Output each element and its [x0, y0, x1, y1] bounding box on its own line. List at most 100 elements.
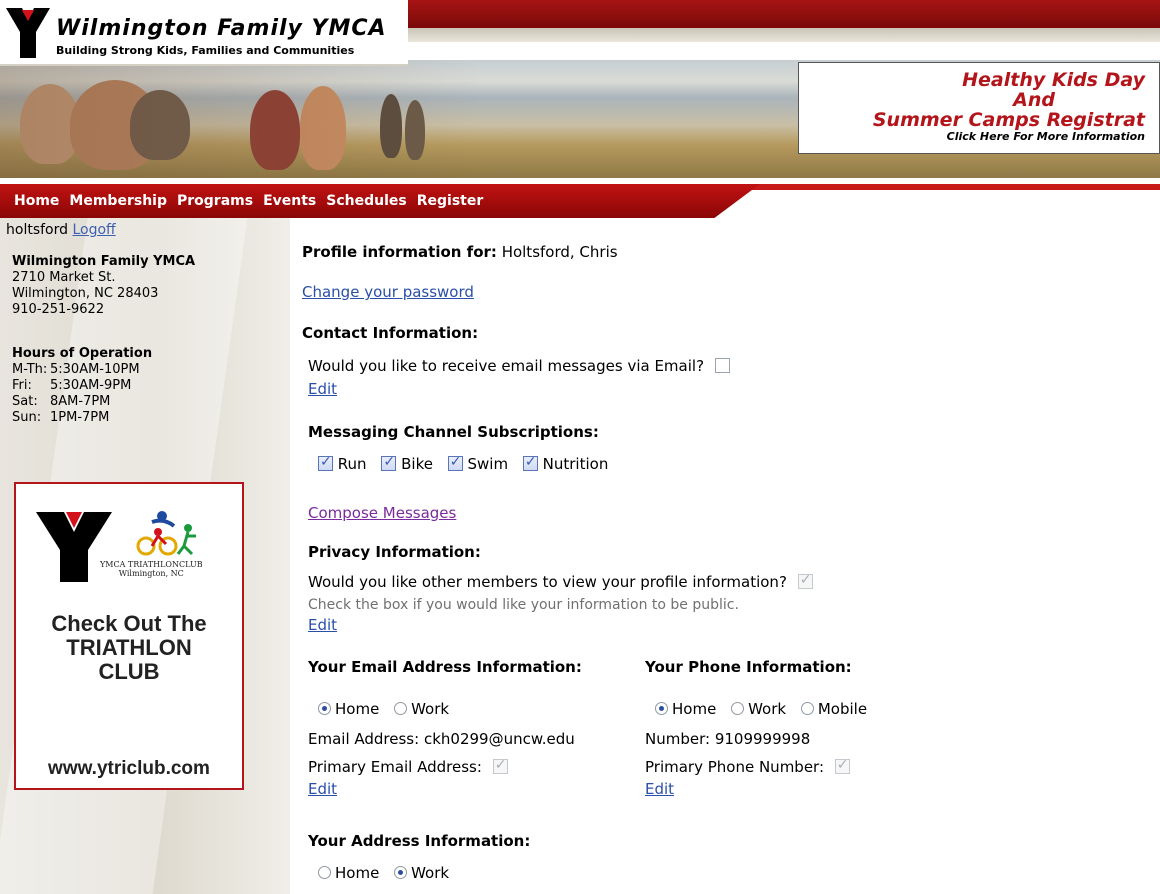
channel-label: Bike: [401, 455, 433, 473]
branch-city: Wilmington, NC 28403: [12, 286, 159, 301]
branch-name: Wilmington Family YMCA: [12, 254, 196, 269]
hours-row: Sun: 1PM-7PM: [12, 410, 140, 426]
compose-messages-link[interactable]: Compose Messages: [308, 504, 456, 522]
email-address-row: Email Address: ckh0299@uncw.edu: [308, 730, 575, 748]
promo-line: Healthy Kids Day: [962, 69, 1145, 91]
nav-register[interactable]: Register: [417, 193, 484, 209]
primary-phone-checkbox[interactable]: [834, 757, 850, 774]
profile-label: Profile information for:: [302, 243, 497, 261]
hours-time: 8AM-7PM: [50, 394, 111, 409]
ad-heading: Check Out The TRIATHLON CLUB: [16, 612, 242, 684]
triathlon-club-ad[interactable]: YMCA TRIATHLONCLUB Wilmington, NC Check …: [14, 482, 244, 790]
hours-day: Sat:: [12, 394, 38, 409]
hours-title: Hours of Operation: [12, 346, 153, 361]
privacy-row: Would you like other members to view you…: [308, 572, 813, 591]
org-tagline: Building Strong Kids, Families and Commu…: [56, 44, 355, 57]
hours-time: 5:30AM-9PM: [50, 378, 132, 393]
phone-home-radio[interactable]: [655, 702, 668, 715]
channel-run-checkbox[interactable]: [318, 454, 333, 471]
phone-edit-link[interactable]: Edit: [645, 780, 674, 798]
primary-email-label: Primary Email Address:: [308, 758, 482, 776]
promo-line: Summer Camps Registrat: [872, 109, 1145, 131]
logoff-link[interactable]: Logoff: [72, 222, 115, 238]
email-address-label: Email Address:: [308, 730, 420, 748]
radio-label: Home: [672, 700, 717, 718]
ymca-logo-icon: [6, 8, 50, 58]
nav-programs[interactable]: Programs: [177, 193, 253, 209]
channel-label: Swim: [467, 455, 509, 473]
email-address-value: ckh0299@uncw.edu: [423, 730, 575, 748]
hours-of-operation: Hours of Operation M-Th: 5:30AM-10PM Fri:…: [12, 346, 152, 426]
club-caption-line: Wilmington, NC: [118, 569, 184, 578]
channel-label: Run: [337, 455, 367, 473]
hours-row: Sat: 8AM-7PM: [12, 394, 140, 410]
channel-nutrition-checkbox[interactable]: [522, 454, 538, 471]
email-type-radios: Home Work: [318, 700, 449, 718]
ad-heading-line: Check Out The: [51, 611, 207, 636]
phone-number-row: Number: 9109999998: [645, 730, 810, 748]
branch-info: Wilmington Family YMCA 2710 Market St. W…: [12, 254, 195, 318]
channel-swim-checkbox[interactable]: [447, 454, 463, 471]
user-line: holtsford Logoff: [6, 222, 116, 238]
contact-edit-link[interactable]: Edit: [308, 380, 337, 398]
hours-day: Fri:: [12, 378, 32, 393]
primary-phone-row: Primary Phone Number:: [645, 757, 850, 776]
org-name: Wilmington Family YMCA: [56, 16, 387, 41]
contact-heading: Contact Information:: [302, 324, 479, 342]
receive-email-checkbox[interactable]: [714, 358, 730, 373]
radio-label: Work: [748, 700, 787, 718]
branch-phone: 910-251-9622: [12, 302, 105, 317]
username: holtsford: [6, 222, 69, 238]
radio-label: Work: [411, 700, 450, 718]
email-work-radio[interactable]: [394, 702, 408, 715]
nav-schedules[interactable]: Schedules: [326, 193, 406, 209]
primary-phone-label: Primary Phone Number:: [645, 758, 825, 776]
email-home-radio[interactable]: [318, 702, 331, 715]
hours-day: Sun:: [12, 410, 42, 425]
main-nav: Home Membership Programs Events Schedule…: [0, 184, 1160, 218]
profile-title: Profile information for: Holtsford, Chri…: [302, 243, 618, 261]
profile-content: Profile information for: Holtsford, Chri…: [290, 218, 1160, 894]
channels-heading: Messaging Channel Subscriptions:: [308, 423, 599, 441]
ad-heading-line: TRIATHLON: [66, 635, 192, 660]
ymca-logo-block[interactable]: Wilmington Family YMCA Building Strong K…: [0, 0, 408, 66]
phone-heading: Your Phone Information:: [645, 658, 852, 676]
promo-banner[interactable]: Healthy Kids Day And Summer Camps Regist…: [798, 62, 1160, 154]
phone-mobile-radio[interactable]: [800, 702, 814, 715]
address-home-radio[interactable]: [318, 866, 331, 879]
email-heading: Your Email Address Information:: [308, 658, 582, 676]
hours-time: 1PM-7PM: [50, 410, 110, 425]
nav-home[interactable]: Home: [14, 193, 59, 209]
radio-label: Home: [335, 864, 380, 882]
promo-more-info: Click Here For More Information: [946, 130, 1145, 143]
club-caption-line: YMCA TRIATHLONCLUB: [100, 560, 203, 569]
primary-email-checkbox[interactable]: [492, 757, 508, 774]
privacy-question: Would you like other members to view you…: [308, 573, 787, 591]
radio-label: Work: [411, 864, 450, 882]
phone-work-radio[interactable]: [731, 702, 745, 715]
address-heading: Your Address Information:: [308, 832, 531, 850]
hours-row: M-Th: 5:30AM-10PM: [12, 362, 140, 378]
header-accent-stripe: [404, 28, 1160, 42]
hours-row: Fri: 5:30AM-9PM: [12, 378, 140, 394]
header-top-bar: [380, 0, 1160, 28]
radio-label: Home: [335, 700, 380, 718]
email-edit-link[interactable]: Edit: [308, 780, 337, 798]
radio-label: Mobile: [817, 700, 868, 718]
triathlon-figures-icon: [136, 511, 196, 556]
phone-type-radios: Home Work Mobile: [655, 700, 867, 718]
ad-heading-line: CLUB: [98, 659, 160, 684]
privacy-edit-link[interactable]: Edit: [308, 616, 337, 634]
privacy-hint: Check the box if you would like your inf…: [308, 597, 739, 613]
profile-name: Holtsford, Chris: [501, 243, 618, 261]
channel-bike-checkbox[interactable]: [381, 454, 397, 471]
public-profile-checkbox[interactable]: [797, 572, 813, 589]
nav-membership[interactable]: Membership: [69, 193, 167, 209]
address-work-radio[interactable]: [394, 866, 408, 879]
branch-street: 2710 Market St.: [12, 270, 116, 285]
nav-events[interactable]: Events: [263, 193, 316, 209]
privacy-heading: Privacy Information:: [308, 543, 481, 561]
change-password-link[interactable]: Change your password: [302, 283, 474, 301]
contact-email-row: Would you like to receive email messages…: [308, 357, 730, 375]
triathlon-club-caption: YMCA TRIATHLONCLUB Wilmington, NC: [100, 560, 203, 578]
